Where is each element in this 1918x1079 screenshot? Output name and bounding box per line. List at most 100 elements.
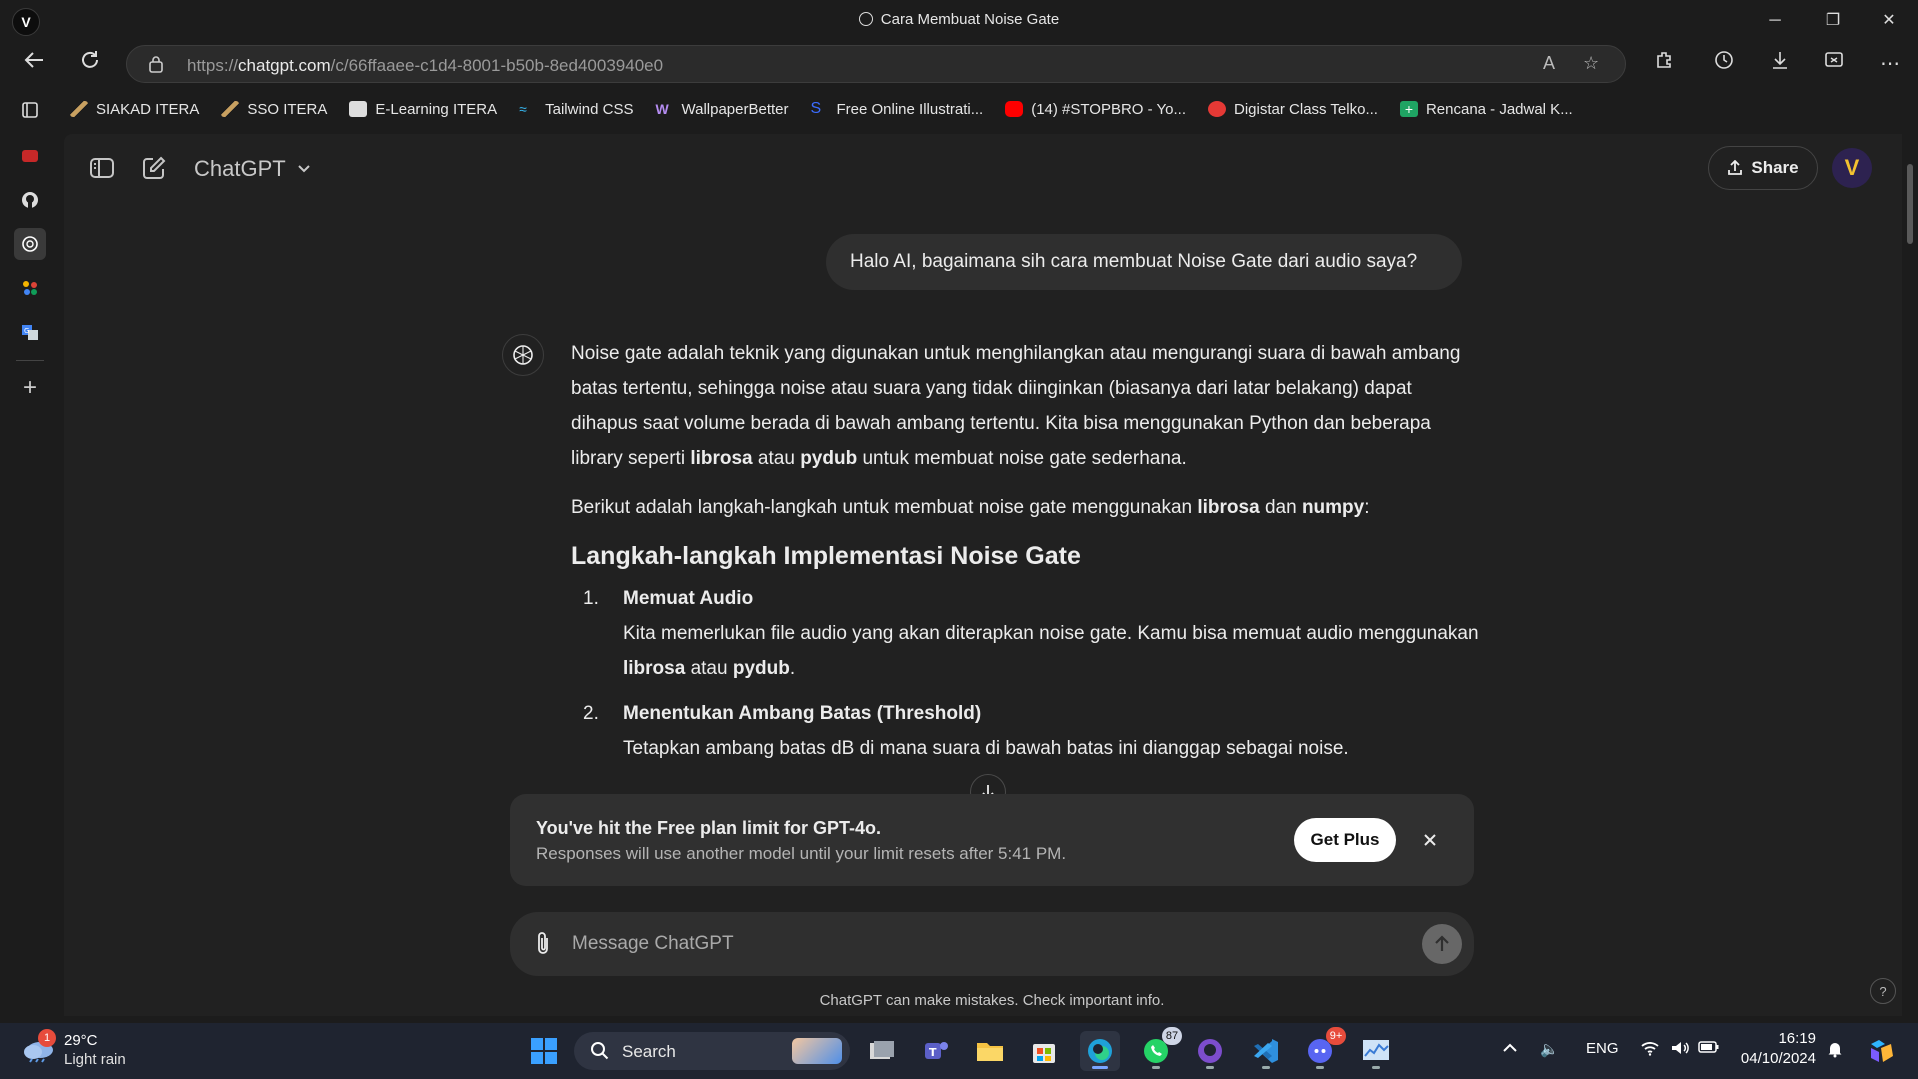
reload-button[interactable] [72,46,108,82]
download-icon[interactable] [1762,46,1798,82]
copilot-app[interactable] [1862,1031,1902,1071]
title-bar: V Cara Membuat Noise Gate ─ ❐ ✕ [0,0,1918,40]
window-title: Cara Membuat Noise Gate [0,11,1918,28]
more-menu-icon[interactable]: ⋯ [1872,46,1908,82]
task-view-button[interactable] [862,1031,902,1071]
user-avatar[interactable]: V [1832,148,1872,188]
share-button[interactable]: Share [1708,146,1818,190]
teams-icon: T [925,1042,948,1059]
search-label: Search [622,1042,676,1061]
model-selector[interactable]: ChatGPT [194,156,311,182]
bookmark-digistar[interactable]: Digistar Class Telko... [1208,96,1378,122]
bookmark-youtube[interactable]: (14) #STOPBRO - Yo... [1005,96,1186,122]
favorite-star-icon[interactable]: ☆ [1583,53,1599,74]
bookmark-siakad[interactable]: SIAKAD ITERA [70,96,199,122]
close-window-button[interactable]: ✕ [1866,6,1912,36]
language-indicator[interactable]: ENG [1586,1040,1619,1057]
get-plus-button[interactable]: Get Plus [1294,818,1396,862]
sidebar-divider [16,360,44,361]
screenshot-icon[interactable] [1816,46,1852,82]
folder-icon [977,1043,1003,1061]
chevron-down-icon [298,165,311,173]
bookmark-sso[interactable]: SSO ITERA [221,96,327,122]
minimize-button[interactable]: ─ [1752,6,1798,36]
svg-text:T: T [929,1046,937,1059]
message-input[interactable] [572,928,1372,960]
answer-paragraph-1: Noise gate adalah teknik yang digunakan … [571,343,1461,469]
colorful-app-tab-icon[interactable] [14,272,46,304]
step-title: Menentukan Ambang Batas (Threshold) [623,703,982,724]
answer-paragraph-2: Berikut adalah langkah-langkah untuk mem… [571,497,1370,518]
bookmark-elearning[interactable]: E-Learning ITERA [349,96,497,122]
start-button[interactable] [524,1031,564,1071]
store-icon [1033,1044,1055,1063]
illustration-icon: S [810,100,822,117]
bookmark-favicon [349,101,368,117]
back-arrow-icon [24,52,43,68]
bookmarks-bar: SIAKAD ITERA SSO ITERA E-Learning ITERA … [70,96,1595,122]
compose-icon [143,156,166,179]
url-text[interactable]: https://chatgpt.com/c/66ffaaee-c1d4-8001… [187,56,663,76]
discord-app[interactable]: 9+ [1300,1027,1346,1071]
bookmark-rencana[interactable]: + Rencana - Jadwal K... [1399,96,1573,122]
weather-widget[interactable]: 1 29°C Light rain [22,1029,142,1071]
assistant-message: Noise gate adalah teknik yang digunakan … [571,336,1481,776]
address-bar[interactable]: https://chatgpt.com/c/66ffaaee-c1d4-8001… [126,45,1626,83]
show-hidden-icons[interactable] [1502,1040,1518,1057]
send-button[interactable] [1422,924,1462,964]
resource-monitor-app[interactable] [1356,1031,1396,1071]
bookmark-tailwind[interactable]: ≈ Tailwind CSS [519,96,633,122]
close-banner-button[interactable] [1416,826,1444,854]
page-scrollbar[interactable] [1902,134,1918,1016]
notification-bell-icon[interactable] [1826,1040,1844,1062]
reload-icon [82,51,98,68]
taskbar-search[interactable]: Search [574,1032,850,1070]
speaker-tray-icon[interactable]: 🔈 [1540,1040,1559,1058]
battery-icon[interactable] [1698,1040,1720,1058]
volume-icon[interactable] [1670,1040,1690,1060]
paperclip-icon[interactable] [532,930,554,958]
youtube-tab-icon[interactable] [14,140,46,172]
toggle-sidebar-button[interactable] [88,154,118,184]
teams-app[interactable]: T [916,1031,956,1071]
extensions-icon[interactable] [1646,46,1682,82]
wifi-icon[interactable] [1640,1040,1660,1060]
store-app[interactable] [1024,1031,1064,1071]
list-item: 2. Menentukan Ambang Batas (Threshold) T… [583,703,1349,759]
tab-actions-icon[interactable] [14,94,46,126]
youtube-icon [1005,101,1024,117]
chatgpt-tab-icon[interactable] [14,228,46,260]
plan-limit-banner: You've hit the Free plan limit for GPT-4… [510,794,1474,886]
navigation-bar: https://chatgpt.com/c/66ffaaee-c1d4-8001… [0,42,1918,86]
lock-icon[interactable] [149,55,163,73]
translate-tab-icon[interactable]: G [14,316,46,348]
browser-sidebar: G + [0,90,60,830]
history-icon[interactable] [1706,46,1742,82]
wallpaper-icon: W [655,101,669,117]
scrollbar-thumb[interactable] [1907,164,1913,244]
bookmark-wallpaperbetter[interactable]: W WallpaperBetter [656,96,789,122]
bookmark-favicon [221,101,240,117]
new-chat-button[interactable] [140,154,170,184]
search-highlight-icon [792,1038,842,1064]
back-button[interactable] [16,46,52,82]
github-tab-icon[interactable] [14,184,46,216]
edge-app[interactable] [1080,1031,1120,1071]
whatsapp-app[interactable]: 87 [1136,1027,1182,1071]
restore-button[interactable]: ❐ [1810,6,1856,36]
edge-icon [1088,1039,1112,1063]
help-button[interactable]: ? [1870,978,1896,1004]
search-icon [591,1042,609,1060]
windows-logo-icon [531,1038,557,1064]
add-tab-icon[interactable]: + [14,372,46,404]
file-explorer-app[interactable] [970,1031,1010,1071]
answer-heading: Langkah-langkah Implementasi Noise Gate [571,542,1081,570]
clock-date: 04/10/2024 [1740,1050,1816,1067]
read-aloud-icon[interactable]: A [1543,53,1555,74]
vscode-icon [1254,1039,1278,1063]
system-clock[interactable]: 16:19 04/10/2024 [1736,1029,1816,1069]
vscode-app[interactable] [1246,1031,1286,1071]
limit-title: You've hit the Free plan limit for GPT-4… [536,818,881,838]
github-desktop-app[interactable] [1190,1031,1230,1071]
bookmark-illustrations[interactable]: S Free Online Illustrati... [811,96,984,122]
